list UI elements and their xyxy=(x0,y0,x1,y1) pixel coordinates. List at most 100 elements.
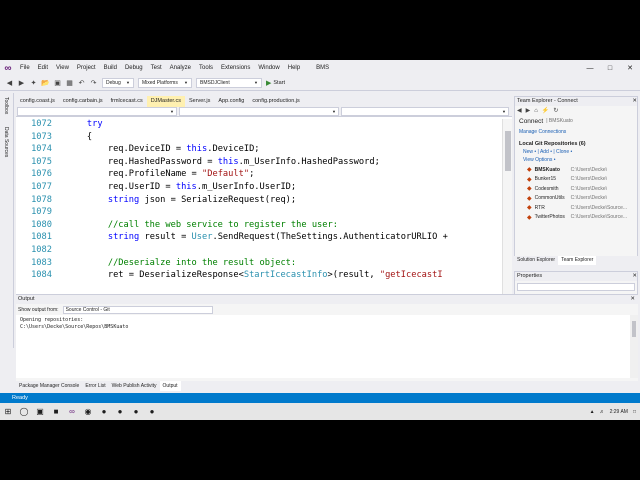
repo-item[interactable]: ◆ CommonUtils C:\Users\Decke\ xyxy=(515,194,637,204)
repo-item[interactable]: ◆ TwitterPhotos C:\Users\Decke\Source... xyxy=(515,213,637,223)
save-all-icon[interactable]: ▦ xyxy=(64,78,75,89)
plug-icon[interactable]: ⚡ xyxy=(542,107,549,114)
output-tab[interactable]: Output xyxy=(159,381,181,391)
package-manager-console-tab[interactable]: Package Manager Console xyxy=(16,381,82,391)
menu-project[interactable]: Project xyxy=(73,60,100,76)
start-button[interactable]: ▶ Start xyxy=(266,79,285,87)
notifications-icon[interactable]: □ xyxy=(633,409,636,415)
doc-tab[interactable]: frmlcecast.cs xyxy=(107,96,147,107)
code-line[interactable]: 1072 try xyxy=(16,119,502,132)
redo-icon[interactable]: ↷ xyxy=(88,78,99,89)
code-line[interactable]: 1073 { xyxy=(16,132,502,145)
app-icon[interactable]: ● xyxy=(128,403,144,420)
code-line[interactable]: 1074 req.DeviceID = this.DeviceID; xyxy=(16,144,502,157)
output-source-select[interactable]: Source Control - Git xyxy=(62,305,213,314)
web-publish-activity-tab[interactable]: Web Publish Activity xyxy=(109,381,160,391)
code-line[interactable]: 1079 xyxy=(16,207,502,220)
refresh-icon[interactable]: ↻ xyxy=(553,107,558,114)
menu-analyze[interactable]: Analyze xyxy=(166,60,195,76)
output-scrollbar[interactable] xyxy=(630,315,638,378)
view-options-link[interactable]: View Options • xyxy=(515,157,637,165)
repo-item[interactable]: ◆ Codesmith C:\Users\Decke\ xyxy=(515,184,637,194)
visual-studio-logo-icon[interactable]: ∞ xyxy=(0,60,16,76)
maximize-icon[interactable]: □ xyxy=(600,60,620,76)
menu-view[interactable]: View xyxy=(52,60,73,76)
minimize-icon[interactable]: — xyxy=(580,60,600,76)
home-icon[interactable]: ⌂ xyxy=(534,108,538,114)
member-nav-select[interactable]: ▼ xyxy=(341,107,509,116)
platform-select[interactable]: Mixed Platforms ▼ xyxy=(138,78,192,88)
code-line[interactable]: 1084 ret = DeserializeResponse<StartIcec… xyxy=(16,270,502,283)
app-icon[interactable]: ● xyxy=(112,403,128,420)
output-text[interactable]: Opening repositories: C:\Users\Decke\Sour… xyxy=(16,315,638,378)
menu-debug[interactable]: Debug xyxy=(121,60,147,76)
code-line[interactable]: 1083 //Deserialze into the result object… xyxy=(16,258,502,271)
doc-tab[interactable]: Server.js xyxy=(185,96,214,107)
close-icon[interactable]: ✕ xyxy=(632,272,637,281)
data-sources-tab[interactable]: Data Sources xyxy=(3,127,9,157)
repo-item[interactable]: ◆ BMSKuato C:\Users\Decke\ xyxy=(515,165,637,175)
properties-object-select[interactable] xyxy=(517,283,635,291)
repo-actions[interactable]: New • | Add • | Clone • xyxy=(515,149,637,157)
code-text: string json = SerializeRequest(req); xyxy=(66,195,296,205)
open-file-icon[interactable]: 📂 xyxy=(40,78,51,89)
menu-file[interactable]: File xyxy=(16,60,34,76)
undo-icon[interactable]: ↶ xyxy=(76,78,87,89)
doc-tab[interactable]: App.config xyxy=(214,96,248,107)
app-icon[interactable]: ● xyxy=(144,403,160,420)
close-icon[interactable]: ✕ xyxy=(630,295,635,304)
back-icon[interactable]: ◀ xyxy=(517,107,522,114)
manage-connections-link[interactable]: Manage Connections xyxy=(515,129,637,137)
code-line[interactable]: 1077 req.UserID = this.m_UserInfo.UserID… xyxy=(16,182,502,195)
error-list-tab[interactable]: Error List xyxy=(82,381,108,391)
start-label: Start xyxy=(273,80,286,86)
clock[interactable]: 2:29 AM xyxy=(610,409,628,415)
save-icon[interactable]: ▣ xyxy=(52,78,63,89)
forward-icon[interactable]: ▶ xyxy=(16,78,27,89)
visual-studio-taskbar-icon[interactable]: ∞ xyxy=(64,403,80,420)
doc-tab[interactable]: config.production.js xyxy=(248,96,303,107)
scroll-thumb[interactable] xyxy=(632,321,636,337)
toolbox-tab[interactable]: Toolbox xyxy=(3,97,9,114)
app-icon[interactable]: ● xyxy=(96,403,112,420)
type-nav-select[interactable]: ▼ xyxy=(179,107,339,116)
code-line[interactable]: 1081 string result = User.SendRequest(Th… xyxy=(16,232,502,245)
menu-edit[interactable]: Edit xyxy=(34,60,52,76)
repo-name: CommonUtils xyxy=(534,195,565,202)
network-icon[interactable]: ▲ xyxy=(590,409,595,415)
menu-extensions[interactable]: Extensions xyxy=(217,60,254,76)
menu-build[interactable]: Build xyxy=(100,60,121,76)
code-line[interactable]: 1076 req.ProfileName = "Default"; xyxy=(16,169,502,182)
local-repos-header[interactable]: Local Git Repositories (6) xyxy=(515,141,637,149)
forward-icon[interactable]: ▶ xyxy=(526,107,531,114)
new-project-icon[interactable]: ✦ xyxy=(28,78,39,89)
doc-tab[interactable]: config.carbain.js xyxy=(59,96,107,107)
task-view-icon[interactable]: ▣ xyxy=(32,403,48,420)
doc-tab-active[interactable]: DJMaster.cs xyxy=(146,96,185,107)
file-explorer-icon[interactable]: ■ xyxy=(48,403,64,420)
solution-explorer-tab[interactable]: Solution Explorer xyxy=(514,256,558,265)
repo-item[interactable]: ◆ RTR C:\Users\Decke\Source... xyxy=(515,203,637,213)
menu-help[interactable]: Help xyxy=(284,60,304,76)
code-line[interactable]: 1082 xyxy=(16,245,502,258)
menu-test[interactable]: Test xyxy=(147,60,166,76)
project-nav-select[interactable]: ▼ xyxy=(17,107,177,116)
code-line[interactable]: 1078 string json = SerializeRequest(req)… xyxy=(16,195,502,208)
close-icon[interactable]: ✕ xyxy=(620,60,640,76)
close-icon[interactable]: ✕ xyxy=(632,97,637,106)
repo-item[interactable]: ◆ Bunker15 C:\Users\Decke\ xyxy=(515,175,637,185)
config-select[interactable]: Debug ▼ xyxy=(102,78,134,88)
search-icon[interactable]: ◯ xyxy=(16,403,32,420)
windows-start-icon[interactable]: ⊞ xyxy=(0,403,16,420)
code-line[interactable]: 1080 //call the web service to register … xyxy=(16,220,502,233)
volume-icon[interactable]: ♬ xyxy=(600,409,605,415)
menu-tools[interactable]: Tools xyxy=(195,60,217,76)
chrome-icon[interactable]: ◉ xyxy=(80,403,96,420)
startup-project-select[interactable]: BMSDJClient ▼ xyxy=(196,78,262,88)
team-explorer-tab[interactable]: Team Explorer xyxy=(558,256,597,265)
code-line[interactable]: 1075 req.HashedPassword = this.m_UserInf… xyxy=(16,157,502,170)
doc-tab[interactable]: config.coast.js xyxy=(16,96,59,107)
scroll-thumb[interactable] xyxy=(505,131,511,171)
back-icon[interactable]: ◀ xyxy=(4,78,15,89)
menu-window[interactable]: Window xyxy=(254,60,283,76)
